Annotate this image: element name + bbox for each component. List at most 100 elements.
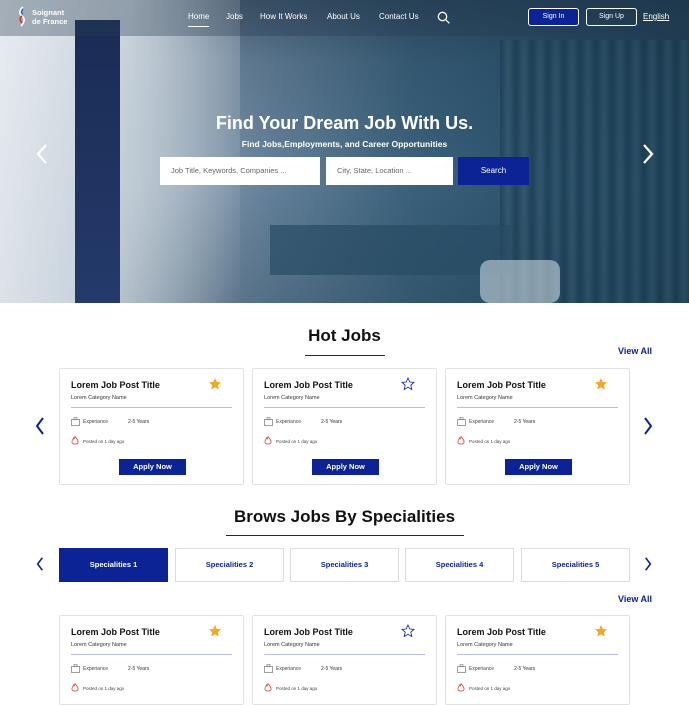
speciality-job-card[interactable]: Lorem Job Post Title Lorem Category Name… — [252, 615, 437, 705]
brand-logo[interactable]: Soignant de France — [17, 6, 75, 30]
apply-now-button[interactable]: Apply Now — [505, 459, 572, 475]
flame-icon — [264, 436, 272, 445]
job-title[interactable]: Lorem Job Post Title — [264, 380, 353, 390]
hero-search-button[interactable]: Search — [458, 157, 529, 185]
hospital-bed — [270, 225, 510, 275]
logo-mark-icon — [19, 6, 25, 27]
nav-contact-us[interactable]: Contact Us — [379, 12, 419, 21]
hot-job-card[interactable]: Lorem Job Post Title Lorem Category Name… — [252, 368, 437, 485]
experience-value: 2-5 Years — [321, 666, 343, 672]
doctor-tie — [75, 20, 120, 303]
star-outline-icon[interactable] — [401, 624, 415, 638]
hero-next-chevron-right-icon[interactable] — [641, 143, 655, 165]
hero-banner — [0, 0, 689, 303]
card-divider — [457, 407, 618, 408]
star-icon[interactable] — [208, 377, 222, 391]
flame-icon — [264, 683, 272, 692]
card-divider — [264, 407, 425, 408]
hot-jobs-view-all-link[interactable]: View All — [618, 346, 652, 356]
specialities-view-all-link[interactable]: View All — [618, 594, 652, 604]
hero-subtitle: Find Jobs,Employments, and Career Opport… — [241, 139, 448, 149]
experience-value: 2-5 Years — [321, 419, 343, 425]
specialities-underline — [226, 535, 464, 536]
nav-about-us[interactable]: About Us — [327, 12, 360, 21]
tab-specialities-3[interactable]: Specialities 3 — [290, 548, 399, 582]
brand-line-2: de France — [32, 17, 68, 26]
hot-jobs-next-chevron-right-icon[interactable] — [643, 417, 653, 435]
briefcase-icon — [71, 664, 80, 673]
flame-icon — [71, 683, 79, 692]
star-icon[interactable] — [208, 624, 222, 638]
star-icon[interactable] — [594, 377, 608, 391]
posted-date: Posted on 1 day ago — [276, 439, 318, 444]
speciality-job-card[interactable]: Lorem Job Post Title Lorem Category Name… — [59, 615, 244, 705]
job-title[interactable]: Lorem Job Post Title — [71, 627, 160, 637]
experience-label: Experiance — [276, 666, 302, 672]
sign-in-button[interactable]: Sign In — [528, 8, 579, 26]
experience-value: 2-5 Years — [128, 666, 150, 672]
briefcase-icon — [264, 664, 273, 673]
speciality-job-card[interactable]: Lorem Job Post Title Lorem Category Name… — [445, 615, 630, 705]
job-category: Lorem Category Name — [264, 642, 320, 648]
experience-label: Experiance — [469, 666, 495, 672]
card-divider — [457, 654, 618, 655]
job-category: Lorem Category Name — [264, 395, 320, 401]
job-title[interactable]: Lorem Job Post Title — [71, 380, 160, 390]
flame-icon — [457, 436, 465, 445]
brand-name: Soignant de France — [32, 8, 67, 26]
location-search-input[interactable]: City, State, Location ... — [326, 157, 453, 185]
card-divider — [71, 654, 232, 655]
hot-jobs-prev-chevron-left-icon[interactable] — [35, 417, 45, 435]
hot-jobs-underline — [305, 355, 385, 356]
brand-line-1: Soignant — [32, 8, 65, 17]
briefcase-icon — [457, 417, 466, 426]
star-icon[interactable] — [594, 624, 608, 638]
language-selector[interactable]: English — [643, 12, 669, 21]
hero-title: Find Your Dream Job With Us. — [215, 113, 474, 133]
experience-label: Experiance — [83, 666, 109, 672]
experience-label: Experiance — [276, 419, 302, 425]
hot-jobs-title: Hot Jobs — [308, 326, 381, 345]
search-icon[interactable] — [437, 11, 450, 24]
experience-value: 2-5 Years — [128, 419, 150, 425]
sign-up-button[interactable]: Sign Up — [586, 8, 637, 26]
star-outline-icon[interactable] — [401, 377, 415, 391]
experience-value: 2-5 Years — [514, 419, 536, 425]
bed-end — [480, 260, 560, 303]
hot-job-card[interactable]: Lorem Job Post Title Lorem Category Name… — [59, 368, 244, 485]
job-title[interactable]: Lorem Job Post Title — [457, 380, 546, 390]
top-nav: Soignant de France Home Jobs How It Work… — [0, 0, 689, 36]
apply-now-button[interactable]: Apply Now — [119, 459, 186, 475]
tab-specialities-4[interactable]: Specialities 4 — [405, 548, 514, 582]
experience-value: 2-5 Years — [514, 666, 536, 672]
hot-job-card[interactable]: Lorem Job Post Title Lorem Category Name… — [445, 368, 630, 485]
job-category: Lorem Category Name — [457, 642, 513, 648]
hero-prev-chevron-left-icon[interactable] — [35, 143, 49, 165]
job-category: Lorem Category Name — [457, 395, 513, 401]
experience-label: Experiance — [469, 419, 495, 425]
flame-icon — [71, 436, 79, 445]
specialities-next-chevron-right-icon[interactable] — [644, 557, 652, 571]
job-title[interactable]: Lorem Job Post Title — [457, 627, 546, 637]
briefcase-icon — [264, 417, 273, 426]
tab-specialities-1[interactable]: Specialities 1 — [59, 548, 168, 582]
card-divider — [71, 407, 232, 408]
nav-how-it-works[interactable]: How It Works — [260, 12, 307, 21]
specialities-title: Brows Jobs By Specialities — [233, 507, 456, 526]
tab-specialities-2[interactable]: Specialities 2 — [175, 548, 284, 582]
keyword-search-input[interactable]: Job Title, Keywords, Companies ... — [160, 157, 320, 185]
specialities-prev-chevron-left-icon[interactable] — [36, 557, 44, 571]
card-divider — [264, 654, 425, 655]
job-title[interactable]: Lorem Job Post Title — [264, 627, 353, 637]
posted-date: Posted on 1 day ago — [83, 439, 125, 444]
nav-jobs[interactable]: Jobs — [226, 12, 243, 21]
experience-label: Experiance — [83, 419, 109, 425]
job-category: Lorem Category Name — [71, 642, 127, 648]
briefcase-icon — [457, 664, 466, 673]
tab-specialities-5[interactable]: Specialities 5 — [521, 548, 630, 582]
posted-date: Posted on 1 day ago — [469, 439, 511, 444]
apply-now-button[interactable]: Apply Now — [312, 459, 379, 475]
nav-home[interactable]: Home — [188, 12, 210, 27]
briefcase-icon — [71, 417, 80, 426]
job-category: Lorem Category Name — [71, 395, 127, 401]
